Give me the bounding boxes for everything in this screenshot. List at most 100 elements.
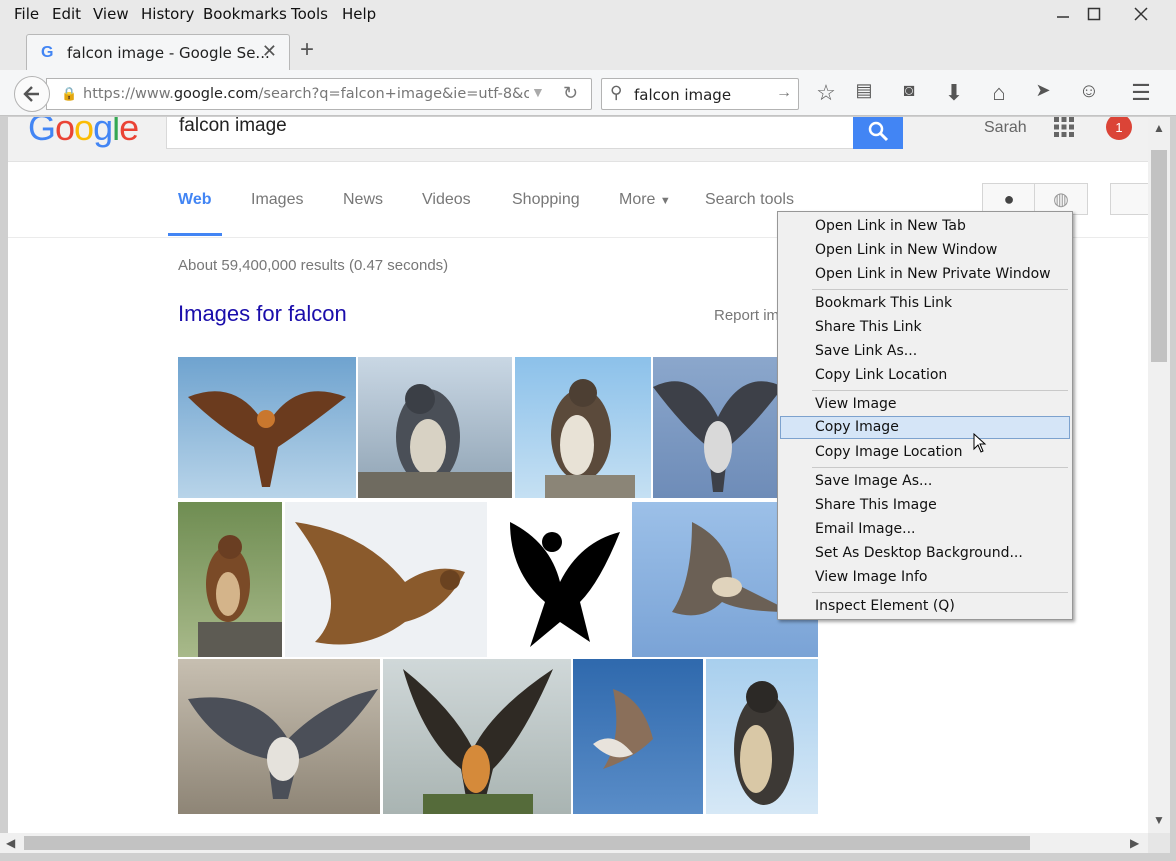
- menu-tools[interactable]: Tools: [291, 5, 328, 23]
- ctx-separator: [812, 467, 1068, 468]
- falcon-image-12[interactable]: [706, 659, 818, 814]
- tab-more[interactable]: More ▼: [619, 191, 671, 209]
- url-dropdown-icon[interactable]: ▼: [531, 84, 545, 100]
- ctx-open-link-new-window[interactable]: Open Link in New Window: [780, 239, 1070, 262]
- ctx-share-image[interactable]: Share This Image: [780, 494, 1070, 517]
- images-heading-link[interactable]: Images for falcon: [178, 301, 347, 327]
- mouse-cursor-icon: [973, 433, 987, 453]
- notification-badge[interactable]: 1: [1106, 117, 1132, 140]
- ctx-open-link-new-tab[interactable]: Open Link in New Tab: [780, 215, 1070, 238]
- scroll-up-icon[interactable]: ▲: [1153, 121, 1165, 135]
- close-window-button[interactable]: [1118, 0, 1164, 28]
- home-icon[interactable]: ⌂: [984, 80, 1014, 106]
- google-favicon-icon: G: [41, 44, 54, 61]
- chevron-down-icon: ▼: [659, 195, 671, 207]
- maximize-icon: [1087, 7, 1101, 21]
- falcon-image-2[interactable]: [358, 357, 512, 498]
- scroll-left-icon[interactable]: ◀: [6, 836, 15, 850]
- falcon-image-4[interactable]: [653, 357, 783, 498]
- reading-list-icon[interactable]: ▤: [849, 80, 879, 101]
- tab-title: falcon image - Google Se...: [67, 44, 270, 62]
- falcon-image-6[interactable]: [285, 502, 487, 657]
- apps-grid-icon[interactable]: [1054, 117, 1074, 143]
- reload-icon[interactable]: ↻: [563, 83, 578, 104]
- maximize-button[interactable]: [1071, 0, 1117, 28]
- navigation-bar: 🔒 https://www.google.com/search?q=falcon…: [0, 70, 1176, 116]
- ctx-save-image-as[interactable]: Save Image As...: [780, 470, 1070, 493]
- search-icon: [868, 121, 889, 142]
- close-icon: [1134, 7, 1148, 21]
- ctx-copy-image[interactable]: Copy Image: [780, 416, 1070, 439]
- ctx-copy-link-location[interactable]: Copy Link Location: [780, 364, 1070, 387]
- user-name[interactable]: Sarah: [984, 119, 1027, 137]
- falcon-image-3[interactable]: [515, 357, 651, 498]
- url-prefix: https://www.: [83, 86, 174, 102]
- ctx-view-image-info[interactable]: View Image Info: [780, 566, 1070, 589]
- browser-search-input[interactable]: falcon image: [634, 86, 731, 104]
- ctx-view-image[interactable]: View Image: [780, 393, 1070, 416]
- tab-news[interactable]: News: [343, 191, 383, 209]
- tab-web[interactable]: Web: [178, 191, 211, 209]
- downloads-icon[interactable]: ⬇: [939, 80, 969, 106]
- menu-history[interactable]: History: [141, 5, 194, 23]
- falcon-image-5[interactable]: [178, 502, 282, 657]
- tab-search-tools[interactable]: Search tools: [705, 191, 794, 209]
- google-search-input[interactable]: falcon image: [166, 117, 854, 149]
- minimize-icon: [1057, 16, 1069, 18]
- url-path: /search?q=falcon+image&ie=utf-8&oe=u: [258, 86, 529, 102]
- menu-bar: File Edit View History Bookmarks Tools H…: [0, 0, 1176, 28]
- back-button[interactable]: [14, 76, 50, 112]
- browser-tab[interactable]: G falcon image - Google Se... ✕: [26, 34, 290, 71]
- google-logo[interactable]: Google: [28, 117, 139, 149]
- ctx-copy-image-location[interactable]: Copy Image Location: [780, 441, 1070, 464]
- vertical-scrollbar[interactable]: ▲ ▼: [1148, 117, 1170, 833]
- ctx-inspect-element[interactable]: Inspect Element (Q): [780, 595, 1070, 618]
- menu-help[interactable]: Help: [342, 5, 376, 23]
- scroll-right-icon[interactable]: ▶: [1130, 836, 1139, 850]
- chat-icon[interactable]: ☺: [1074, 80, 1104, 103]
- menu-view[interactable]: View: [93, 5, 129, 23]
- lock-icon: 🔒: [61, 86, 78, 101]
- tab-shopping[interactable]: Shopping: [512, 191, 580, 209]
- ctx-open-link-private-window[interactable]: Open Link in New Private Window: [780, 263, 1070, 286]
- new-tab-button[interactable]: +: [300, 36, 314, 64]
- url-text[interactable]: https://www.google.com/search?q=falcon+i…: [83, 86, 529, 102]
- share-icon[interactable]: ➤: [1028, 80, 1058, 101]
- horizontal-scrollbar[interactable]: ◀ ▶: [0, 833, 1148, 853]
- falcon-image-10[interactable]: [383, 659, 571, 814]
- tab-images[interactable]: Images: [251, 191, 303, 209]
- falcon-image-11[interactable]: [573, 659, 703, 814]
- falcon-image-1[interactable]: [178, 357, 356, 498]
- menu-bookmarks[interactable]: Bookmarks: [203, 5, 287, 23]
- browser-search-bar[interactable]: ⚲ falcon image →: [601, 78, 799, 110]
- tab-strip: G falcon image - Google Se... ✕ +: [0, 28, 1176, 71]
- ctx-bookmark-link[interactable]: Bookmark This Link: [780, 292, 1070, 315]
- tab-close-icon[interactable]: ✕: [262, 41, 277, 62]
- falcon-image-9[interactable]: [178, 659, 380, 814]
- ctx-save-link-as[interactable]: Save Link As...: [780, 340, 1070, 363]
- ctx-set-desktop-background[interactable]: Set As Desktop Background...: [780, 542, 1070, 565]
- search-query: falcon image: [179, 117, 287, 136]
- search-go-icon[interactable]: →: [776, 84, 792, 102]
- ctx-separator: [812, 289, 1068, 290]
- report-images-link[interactable]: Report im: [714, 307, 779, 324]
- menu-edit[interactable]: Edit: [52, 5, 81, 23]
- google-search-button[interactable]: [853, 117, 903, 149]
- active-tab-indicator: [168, 233, 222, 236]
- tab-videos[interactable]: Videos: [422, 191, 471, 209]
- scrollbar-corner: [1148, 833, 1170, 853]
- falcon-image-7[interactable]: [490, 502, 630, 657]
- menu-file[interactable]: File: [14, 5, 39, 23]
- url-bar[interactable]: 🔒 https://www.google.com/search?q=falcon…: [46, 78, 592, 110]
- bookmark-star-icon[interactable]: ☆: [811, 80, 841, 106]
- settings-toggle[interactable]: [1110, 183, 1148, 215]
- tab-more-label: More: [619, 191, 656, 208]
- pocket-icon[interactable]: ◙: [894, 80, 924, 101]
- hamburger-menu-icon[interactable]: ☰: [1126, 80, 1156, 106]
- vertical-scroll-thumb[interactable]: [1151, 150, 1167, 362]
- scroll-down-icon[interactable]: ▼: [1153, 813, 1165, 827]
- ctx-email-image[interactable]: Email Image...: [780, 518, 1070, 541]
- ctx-share-link[interactable]: Share This Link: [780, 316, 1070, 339]
- horizontal-scroll-thumb[interactable]: [24, 836, 1030, 850]
- back-arrow-icon: [23, 86, 39, 102]
